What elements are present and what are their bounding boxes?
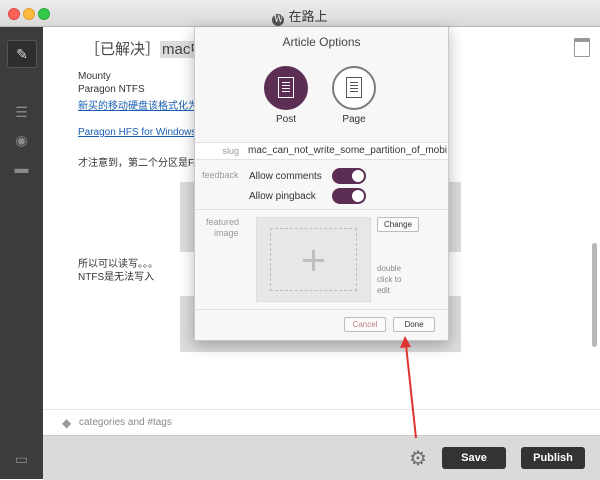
annotation-arrow [400,336,417,439]
